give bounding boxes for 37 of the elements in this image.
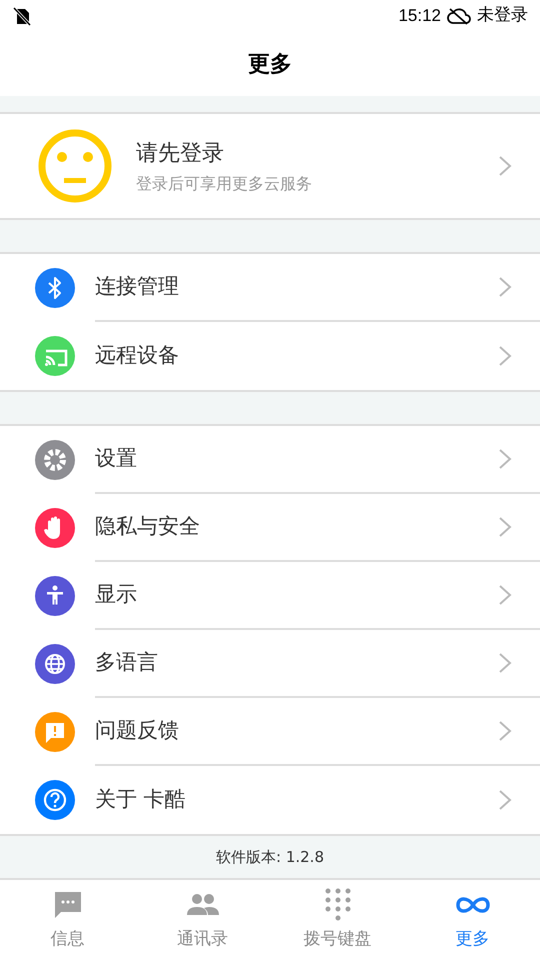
menu-label: 关于 卡酷 [95, 786, 187, 814]
menu-item[interactable]: 多语言 [0, 630, 540, 698]
menu-label: 多语言 [95, 649, 159, 676]
neutral-face-icon [38, 129, 112, 203]
page-title: 更多 [248, 50, 292, 78]
version-text: 软件版本: 1.2.8 [216, 846, 324, 868]
menu-label: 远程设备 [95, 342, 180, 370]
chevron-right-icon [498, 720, 512, 742]
profile-name: 请先登录 [136, 140, 225, 168]
chevron-right-icon [498, 584, 512, 606]
menu-item[interactable]: 显示 [0, 562, 540, 630]
tab[interactable]: 更多 [405, 880, 540, 960]
menu-item[interactable]: 设置 [0, 426, 540, 494]
chevron-right-icon [498, 516, 512, 538]
chevron-right-icon [498, 345, 512, 367]
chevron-right-icon [498, 448, 512, 470]
chevron-right-icon [498, 652, 512, 674]
menu-item[interactable]: 关于 卡酷 [0, 766, 540, 834]
account-status: 未登录 [477, 4, 528, 28]
menu-item[interactable]: 问题反馈 [0, 698, 540, 766]
menu-label: 隐私与安全 [95, 513, 201, 540]
menu-label: 显示 [95, 581, 138, 608]
menu-label: 问题反馈 [95, 717, 180, 744]
menu-item[interactable]: 远程设备 [0, 322, 540, 390]
menu-item[interactable]: 隐私与安全 [0, 494, 540, 562]
profile-subtitle: 登录后可享用更多云服务 [136, 172, 313, 194]
no-sim-icon [12, 6, 32, 26]
chevron-right-icon [498, 155, 512, 177]
menu-label: 连接管理 [95, 273, 180, 300]
dialpad-icon [324, 888, 352, 922]
cloud-off-icon [447, 7, 471, 25]
menu-label: 设置 [95, 445, 138, 472]
status-time: 15:12 [398, 5, 441, 28]
menu-item[interactable]: 连接管理 [0, 254, 540, 322]
profile-row[interactable]: 请先登录 登录后可享用更多云服务 [0, 112, 540, 220]
chevron-right-icon [498, 789, 512, 811]
chevron-right-icon [498, 276, 512, 298]
